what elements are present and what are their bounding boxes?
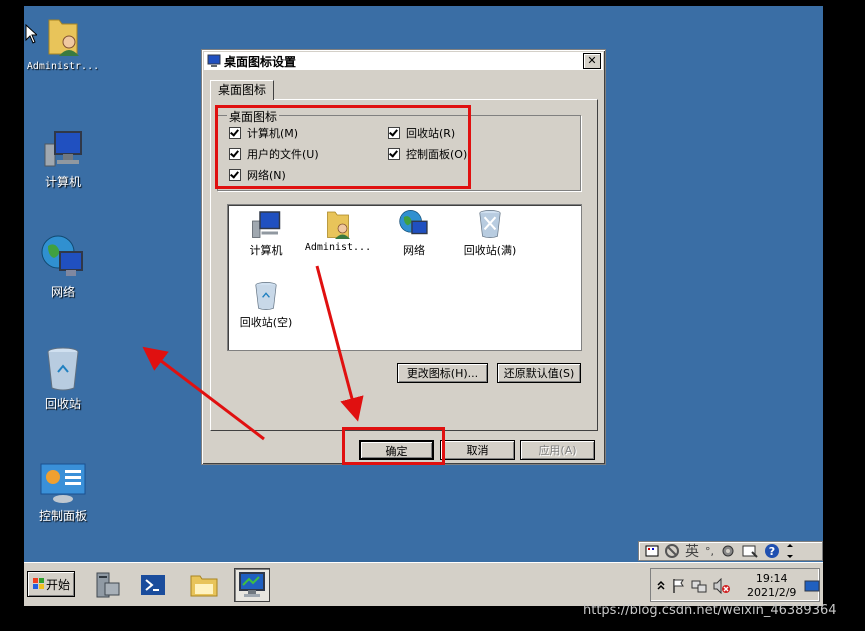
taskbar-powershell[interactable] <box>135 568 171 602</box>
watermark-text: https://blog.csdn.net/weixin_46389364 <box>583 603 837 618</box>
powershell-icon <box>141 575 165 595</box>
windows-logo-icon <box>32 578 44 589</box>
tab-desktop-icons[interactable]: 桌面图标 <box>210 80 274 100</box>
start-label: 开始 <box>45 577 70 592</box>
action-center-flag-icon[interactable] <box>671 578 685 594</box>
options-menu-icon[interactable] <box>786 543 794 559</box>
input-language-label[interactable]: 英 <box>685 541 699 561</box>
svg-text:?: ? <box>769 545 775 558</box>
clock-time: 19:14 <box>755 572 788 585</box>
file-explorer-folder-icon <box>190 575 218 597</box>
taskbar-server-manager[interactable] <box>88 568 124 602</box>
annotation-arrows <box>142 265 364 441</box>
tools-icon[interactable] <box>742 544 758 558</box>
clock-date: 2021/2/9 <box>747 586 797 599</box>
arrow-to-desktop-icon <box>142 346 265 441</box>
desktop: Administr... 计算机 网络 回收站 控制面板 桌面图标设置 ✕ 桌面… <box>24 6 823 605</box>
language-bar[interactable]: 英 °, ? <box>638 541 823 561</box>
desktop-settings-monitor-icon <box>239 572 265 597</box>
show-hidden-icons-chevron-icon[interactable] <box>656 579 666 591</box>
taskbar-file-explorer[interactable] <box>186 568 222 602</box>
keyboard-icon <box>645 545 659 557</box>
show-desktop-icon[interactable] <box>804 579 820 593</box>
taskbar-desktop-icon-settings[interactable] <box>234 568 270 602</box>
system-tray: 19:14 2021/2/9 <box>650 568 820 602</box>
network-status-icon[interactable] <box>691 578 707 594</box>
clock[interactable]: 19:14 2021/2/9 <box>747 572 796 600</box>
punctuation-mode-label[interactable]: °, <box>705 545 714 558</box>
taskbar: 英 °, ? 开始 19:14 2021/2/9 <box>24 541 823 606</box>
settings-gear-icon[interactable] <box>720 544 736 558</box>
volume-muted-icon[interactable] <box>713 578 731 594</box>
server-manager-icon <box>96 572 120 598</box>
help-icon[interactable]: ? <box>764 543 780 559</box>
arrow-to-ok-button <box>315 265 364 422</box>
no-entry-icon <box>665 544 679 558</box>
start-button[interactable]: 开始 <box>27 571 75 597</box>
